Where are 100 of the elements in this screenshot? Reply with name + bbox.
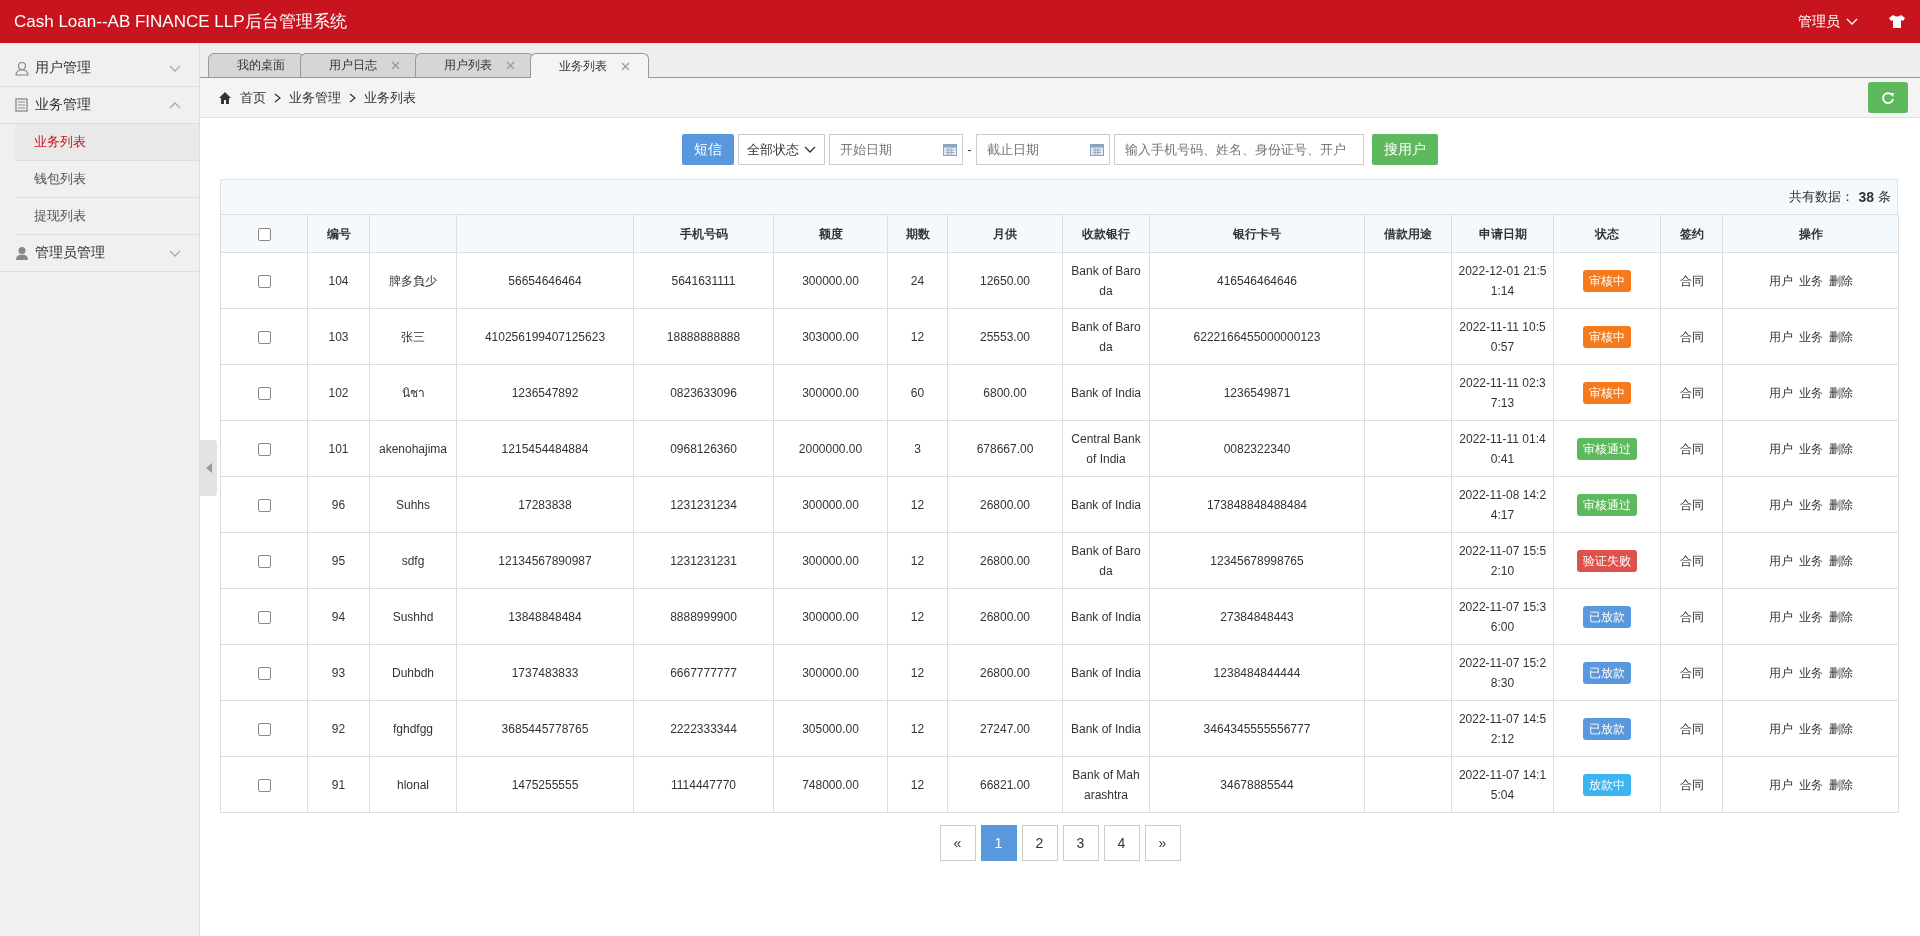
table-cell: Sushhd	[369, 588, 457, 645]
column-header: 编号	[307, 214, 370, 253]
action-link[interactable]: 删除	[1828, 273, 1853, 288]
user-menu[interactable]: 管理员	[1798, 12, 1858, 31]
next-page-button[interactable]: »	[1144, 825, 1181, 861]
action-link[interactable]: 用户	[1768, 497, 1793, 512]
contract-link[interactable]: 合同	[1679, 609, 1704, 624]
table-cell: 12	[887, 588, 948, 645]
row-checkbox[interactable]	[257, 778, 271, 792]
action-link[interactable]: 业务	[1798, 497, 1823, 512]
contract-link[interactable]: 合同	[1679, 329, 1704, 344]
action-link[interactable]: 业务	[1798, 553, 1823, 568]
row-checkbox[interactable]	[257, 442, 271, 456]
tab[interactable]: 我的桌面	[208, 53, 304, 77]
table-cell: 12	[887, 476, 948, 533]
calendar-icon	[1089, 143, 1104, 156]
page-button[interactable]: 3	[1062, 825, 1099, 861]
action-link[interactable]: 用户	[1768, 609, 1793, 624]
action-link[interactable]: 删除	[1828, 665, 1853, 680]
sidebar-item[interactable]: 钱包列表	[15, 161, 199, 198]
contract-link[interactable]: 合同	[1679, 497, 1704, 512]
action-link[interactable]: 用户	[1768, 385, 1793, 400]
column-header: 申请日期	[1451, 214, 1554, 253]
column-header: 手机号码	[633, 214, 774, 253]
action-link[interactable]: 用户	[1768, 441, 1793, 456]
action-link[interactable]: 用户	[1768, 721, 1793, 736]
table-cell: Bank of Baroda	[1062, 252, 1150, 309]
contract-link[interactable]: 合同	[1679, 665, 1704, 680]
action-link[interactable]: 业务	[1798, 385, 1823, 400]
table-cell: 1215454484884	[456, 420, 634, 477]
tab[interactable]: 业务列表	[530, 53, 649, 78]
action-link[interactable]: 删除	[1828, 777, 1853, 792]
action-link[interactable]: 业务	[1798, 609, 1823, 624]
table-cell: 1231231231	[633, 532, 774, 589]
status-badge: 已放款	[1583, 605, 1631, 628]
page-button[interactable]: 2	[1021, 825, 1058, 861]
table-cell: 0082322340	[1149, 420, 1365, 477]
status-badge: 审核中	[1583, 325, 1631, 348]
contract-link[interactable]: 合同	[1679, 777, 1704, 792]
action-link[interactable]: 删除	[1828, 385, 1853, 400]
action-link[interactable]: 删除	[1828, 721, 1853, 736]
status-dropdown[interactable]: 全部状态	[738, 134, 826, 165]
contract-link[interactable]: 合同	[1679, 441, 1704, 456]
action-link[interactable]: 删除	[1828, 329, 1853, 344]
sidebar-group[interactable]: 用户管理	[0, 50, 199, 87]
row-checkbox[interactable]	[257, 330, 271, 344]
table-cell: Bank of Maharashtra	[1062, 756, 1150, 813]
table-cell: 6800.00	[947, 364, 1063, 421]
table-cell: Central Bank of India	[1062, 420, 1150, 477]
row-checkbox[interactable]	[257, 274, 271, 288]
action-link[interactable]: 业务	[1798, 441, 1823, 456]
breadcrumb-chevron-icon	[274, 92, 281, 103]
breadcrumb-link[interactable]: 业务管理	[289, 88, 341, 107]
table-cell: 60	[887, 364, 948, 421]
action-link[interactable]: 业务	[1798, 329, 1823, 344]
page-button[interactable]: 4	[1103, 825, 1140, 861]
date-field[interactable]: 开始日期	[829, 134, 964, 165]
sidebar-item[interactable]: 提现列表	[15, 198, 199, 235]
table-cell: Bank of India	[1062, 700, 1150, 757]
table-cell: 92	[307, 700, 370, 757]
date-field[interactable]: 截止日期	[975, 134, 1110, 165]
action-link[interactable]: 删除	[1828, 497, 1853, 512]
action-link[interactable]: 业务	[1798, 777, 1823, 792]
row-checkbox[interactable]	[257, 554, 271, 568]
row-checkbox[interactable]	[257, 666, 271, 680]
collapse-handle[interactable]	[200, 440, 217, 496]
contract-link[interactable]: 合同	[1679, 721, 1704, 736]
action-link[interactable]: 用户	[1768, 273, 1793, 288]
shirt-icon[interactable]	[1888, 14, 1906, 29]
breadcrumb-link[interactable]: 首页	[240, 88, 266, 107]
action-link[interactable]: 删除	[1828, 553, 1853, 568]
contract-link[interactable]: 合同	[1679, 273, 1704, 288]
refresh-button[interactable]	[1868, 82, 1908, 113]
action-link[interactable]: 业务	[1798, 665, 1823, 680]
row-checkbox[interactable]	[257, 610, 271, 624]
action-link[interactable]: 用户	[1768, 777, 1793, 792]
action-link[interactable]: 用户	[1768, 329, 1793, 344]
action-link[interactable]: 业务	[1798, 273, 1823, 288]
contract-link[interactable]: 合同	[1679, 385, 1704, 400]
action-link[interactable]: 用户	[1768, 665, 1793, 680]
previous-page-button[interactable]: «	[939, 825, 976, 861]
action-link[interactable]: 用户	[1768, 553, 1793, 568]
search-field[interactable]: 输入手机号码、姓名、身份证号、开户	[1113, 134, 1364, 165]
action-link[interactable]: 删除	[1828, 609, 1853, 624]
row-checkbox[interactable]	[257, 722, 271, 736]
action-link[interactable]: 删除	[1828, 441, 1853, 456]
status-badge: 已放款	[1583, 717, 1631, 740]
row-checkbox[interactable]	[257, 498, 271, 512]
breadcrumb-link[interactable]: 业务列表	[364, 88, 416, 107]
action-link[interactable]: 业务	[1798, 721, 1823, 736]
table-cell: นิชา	[369, 364, 457, 421]
table-cell: 18888888888	[633, 308, 774, 365]
row-checkbox[interactable]	[257, 386, 271, 400]
table-cell: 5641631111	[633, 252, 774, 309]
sidebar-group[interactable]: 管理员管理	[0, 235, 199, 272]
contract-link[interactable]: 合同	[1679, 553, 1704, 568]
sidebar-item[interactable]: 业务列表	[15, 124, 199, 161]
table-cell: 94	[307, 588, 370, 645]
select-all-checkbox[interactable]	[257, 227, 271, 241]
column-header: 月供	[947, 214, 1063, 253]
